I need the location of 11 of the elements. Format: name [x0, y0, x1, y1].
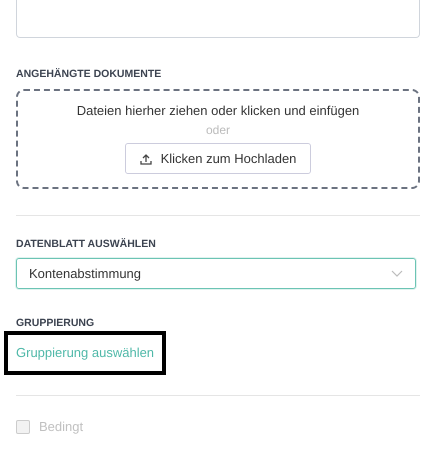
section-label: DATENBLATT AUSWÄHLEN — [16, 238, 157, 250]
section-label: ANGEHÄNGTE DOKUMENTE — [16, 68, 162, 80]
drop-zone[interactable]: Dateien hierher ziehen oder klicken und einfügen oder Klicken zum Hochladen — [16, 89, 420, 189]
upload-button[interactable]: Klicken zum Hochladen — [124, 143, 312, 174]
chevron-icon — [391, 270, 403, 277]
upload-icon — [140, 152, 152, 164]
section-label: GRUPPIERUNG — [16, 317, 96, 329]
text-area[interactable] — [16, 0, 420, 38]
or-text: oder — [206, 122, 230, 138]
drop-hint: Dateien hierher ziehen oder klicken und einfügen — [76, 103, 360, 119]
datasheet-select[interactable]: Kontenabstimmung — [16, 258, 416, 289]
